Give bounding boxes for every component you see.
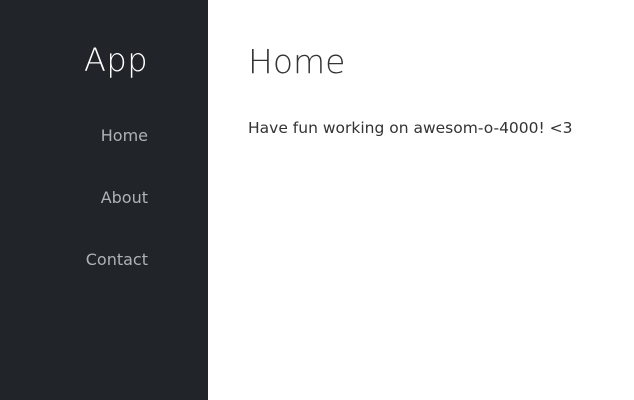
main-content: Home Have fun working on awesom-o-4000! … [208,0,634,400]
nav-link-about[interactable]: About [101,184,148,212]
nav-link-contact[interactable]: Contact [86,246,148,274]
sidebar-nav-item: Contact [86,246,148,308]
sidebar-nav: Home About Contact [86,122,148,308]
page-title: Home [248,42,346,81]
sidebar-nav-item: Home [86,122,148,184]
app-brand[interactable]: App [84,40,148,80]
sidebar-nav-item: About [86,184,148,246]
page-body-text: Have fun working on awesom-o-4000! <3 [248,119,573,137]
nav-link-home[interactable]: Home [101,122,148,150]
sidebar: App Home About Contact [0,0,208,400]
